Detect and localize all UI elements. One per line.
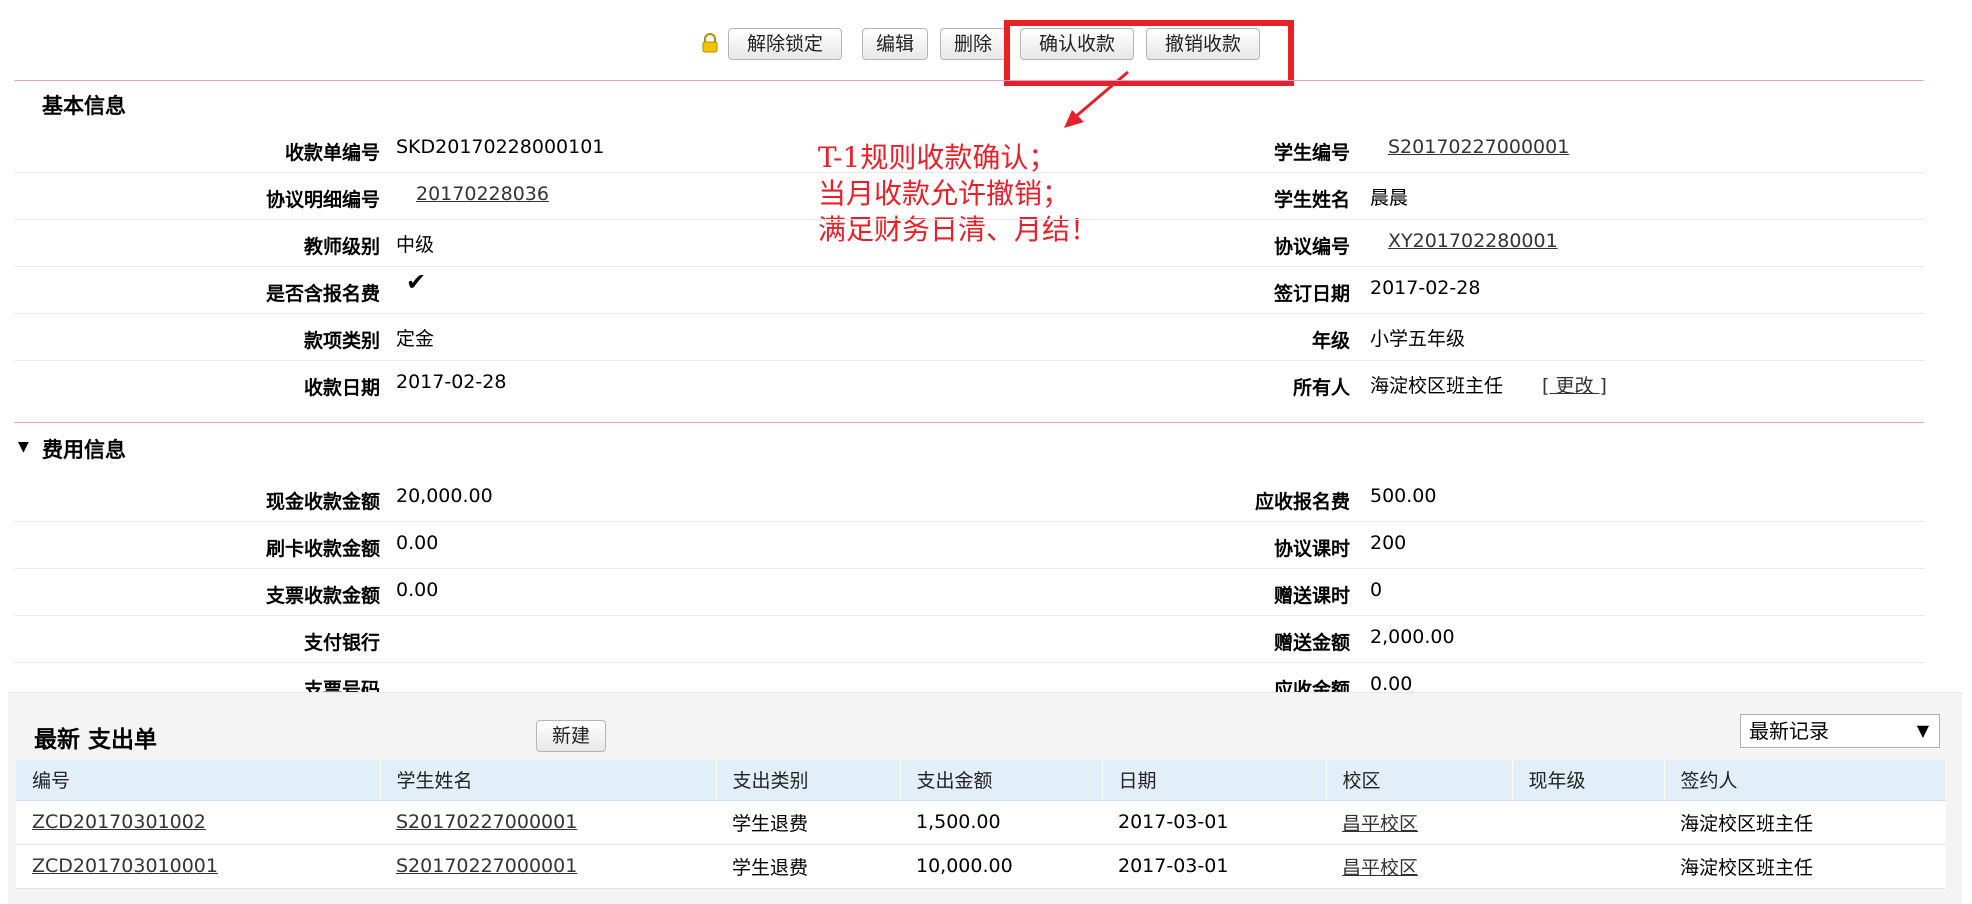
lock-icon	[702, 33, 718, 53]
annotation-arrow-icon	[1064, 70, 1129, 128]
field-label: 赠送课时	[1273, 585, 1350, 607]
expense-id-link[interactable]: ZCD20170301002	[16, 800, 380, 845]
table-cell	[1512, 844, 1664, 889]
campus-link[interactable]: 昌平校区	[1326, 800, 1512, 845]
table-cell: 海淀校区班主任	[1664, 800, 1946, 845]
field-label: 支付银行	[303, 632, 380, 654]
field-value: 定金	[396, 328, 435, 350]
field-label: 协议编号	[1273, 236, 1350, 258]
field-label: 学生姓名	[1273, 189, 1350, 211]
row-divider	[14, 568, 1924, 569]
expense-panel-title: 最新 支出单	[34, 727, 158, 753]
student-link[interactable]: S20170227000001	[380, 844, 716, 889]
annotation-highlight-box	[1004, 20, 1294, 86]
field-value: 小学五年级	[1370, 328, 1466, 350]
field-label: 收款日期	[303, 377, 380, 399]
field-value: 500.00	[1370, 485, 1437, 507]
field-label: 签订日期	[1273, 283, 1350, 305]
field-label: 教师级别	[303, 236, 380, 258]
expense-id-link[interactable]: ZCD201703010001	[16, 844, 380, 889]
table-cell: 10,000.00	[900, 844, 1102, 889]
section-title-fees: 费用信息	[42, 438, 126, 462]
column-header[interactable]: 签约人	[1664, 760, 1946, 801]
column-header[interactable]: 支出金额	[900, 760, 1103, 801]
field-value: 2017-02-28	[1370, 277, 1481, 299]
row-divider	[14, 521, 1924, 522]
unlock-button[interactable]: 解除锁定	[728, 28, 842, 60]
field-label: 刷卡收款金额	[265, 538, 380, 560]
chevron-down-icon: ▼	[1916, 721, 1929, 740]
column-header[interactable]: 支出类别	[716, 760, 901, 801]
field-value: 晨晨	[1370, 187, 1409, 209]
column-header[interactable]: 现年级	[1512, 760, 1665, 801]
field-label: 支票收款金额	[265, 585, 380, 607]
field-value: 海淀校区班主任	[1370, 375, 1504, 397]
field-label: 年级	[1311, 330, 1350, 352]
field-label: 协议课时	[1273, 538, 1350, 560]
field-label: 学生编号	[1273, 142, 1350, 164]
new-expense-button[interactable]: 新建	[536, 720, 606, 752]
field-value: 2017-02-28	[396, 371, 507, 393]
toolbar: 解除锁定 编辑 删除 确认收款 撤销收款	[0, 28, 1972, 60]
row-divider	[14, 266, 1924, 267]
field-value: 0.00	[396, 579, 439, 601]
table-cell: 2017-03-01	[1102, 844, 1326, 889]
table-row: ZCD20170301002 S20170227000001 学生退费 1,50…	[16, 800, 1946, 845]
field-label: 协议明细编号	[265, 189, 380, 211]
row-divider	[14, 360, 1924, 361]
field-value: 0.00	[396, 532, 439, 554]
edit-button[interactable]: 编辑	[862, 28, 928, 60]
field-value: 200	[1370, 532, 1407, 554]
field-label: 款项类别	[303, 330, 380, 352]
field-label: 现金收款金额	[265, 491, 380, 513]
section-divider	[14, 80, 1924, 81]
campus-link[interactable]: 昌平校区	[1326, 844, 1512, 889]
collapse-triangle-icon[interactable]: ▼	[18, 439, 29, 455]
field-label: 收款单编号	[284, 142, 380, 164]
table-cell: 学生退费	[716, 800, 900, 845]
table-cell: 1,500.00	[900, 800, 1102, 845]
delete-button[interactable]: 删除	[940, 28, 1006, 60]
row-divider	[14, 172, 1924, 173]
field-value: 20,000.00	[396, 485, 493, 507]
section-title-basic: 基本信息	[42, 94, 126, 118]
expense-table: 编号 学生姓名 支出类别 支出金额 日期 校区 现年级 签约人 ZCD20170…	[16, 760, 1946, 889]
row-divider	[14, 662, 1924, 663]
agreement-detail-link[interactable]: 20170228036	[416, 183, 549, 205]
table-cell: 2017-03-01	[1102, 800, 1326, 845]
column-header[interactable]: 日期	[1102, 760, 1327, 801]
table-row: ZCD201703010001 S20170227000001 学生退费 10,…	[16, 844, 1946, 889]
field-value: 0	[1370, 579, 1383, 601]
agreement-id-link[interactable]: XY201702280001	[1388, 230, 1558, 252]
student-id-link[interactable]: S20170227000001	[1388, 136, 1569, 158]
field-label: 所有人	[1292, 377, 1350, 399]
row-divider	[14, 219, 1924, 220]
field-value: SKD20170228000101	[396, 136, 605, 158]
field-value: 中级	[396, 234, 435, 256]
table-cell: 学生退费	[716, 844, 900, 889]
table-header-row: 编号 学生姓名 支出类别 支出金额 日期 校区 现年级 签约人	[16, 760, 1946, 801]
student-link[interactable]: S20170227000001	[380, 800, 716, 845]
column-header[interactable]: 校区	[1326, 760, 1513, 801]
field-value: 2,000.00	[1370, 626, 1455, 648]
field-label: 赠送金额	[1273, 632, 1350, 654]
row-divider	[14, 615, 1924, 616]
table-cell: 海淀校区班主任	[1664, 844, 1946, 889]
section-divider	[14, 422, 1924, 423]
change-owner-link[interactable]: [ 更改 ]	[1542, 371, 1607, 398]
record-filter-select[interactable]: 最新记录 ▼	[1740, 714, 1940, 748]
field-label: 应收报名费	[1254, 491, 1350, 513]
record-filter-value: 最新记录	[1749, 719, 1829, 743]
checkmark-icon: ✔	[406, 268, 427, 296]
row-divider	[14, 313, 1924, 314]
column-header[interactable]: 学生姓名	[380, 760, 717, 801]
column-header[interactable]: 编号	[16, 760, 381, 801]
table-cell	[1512, 800, 1664, 845]
field-label: 是否含报名费	[265, 283, 380, 305]
